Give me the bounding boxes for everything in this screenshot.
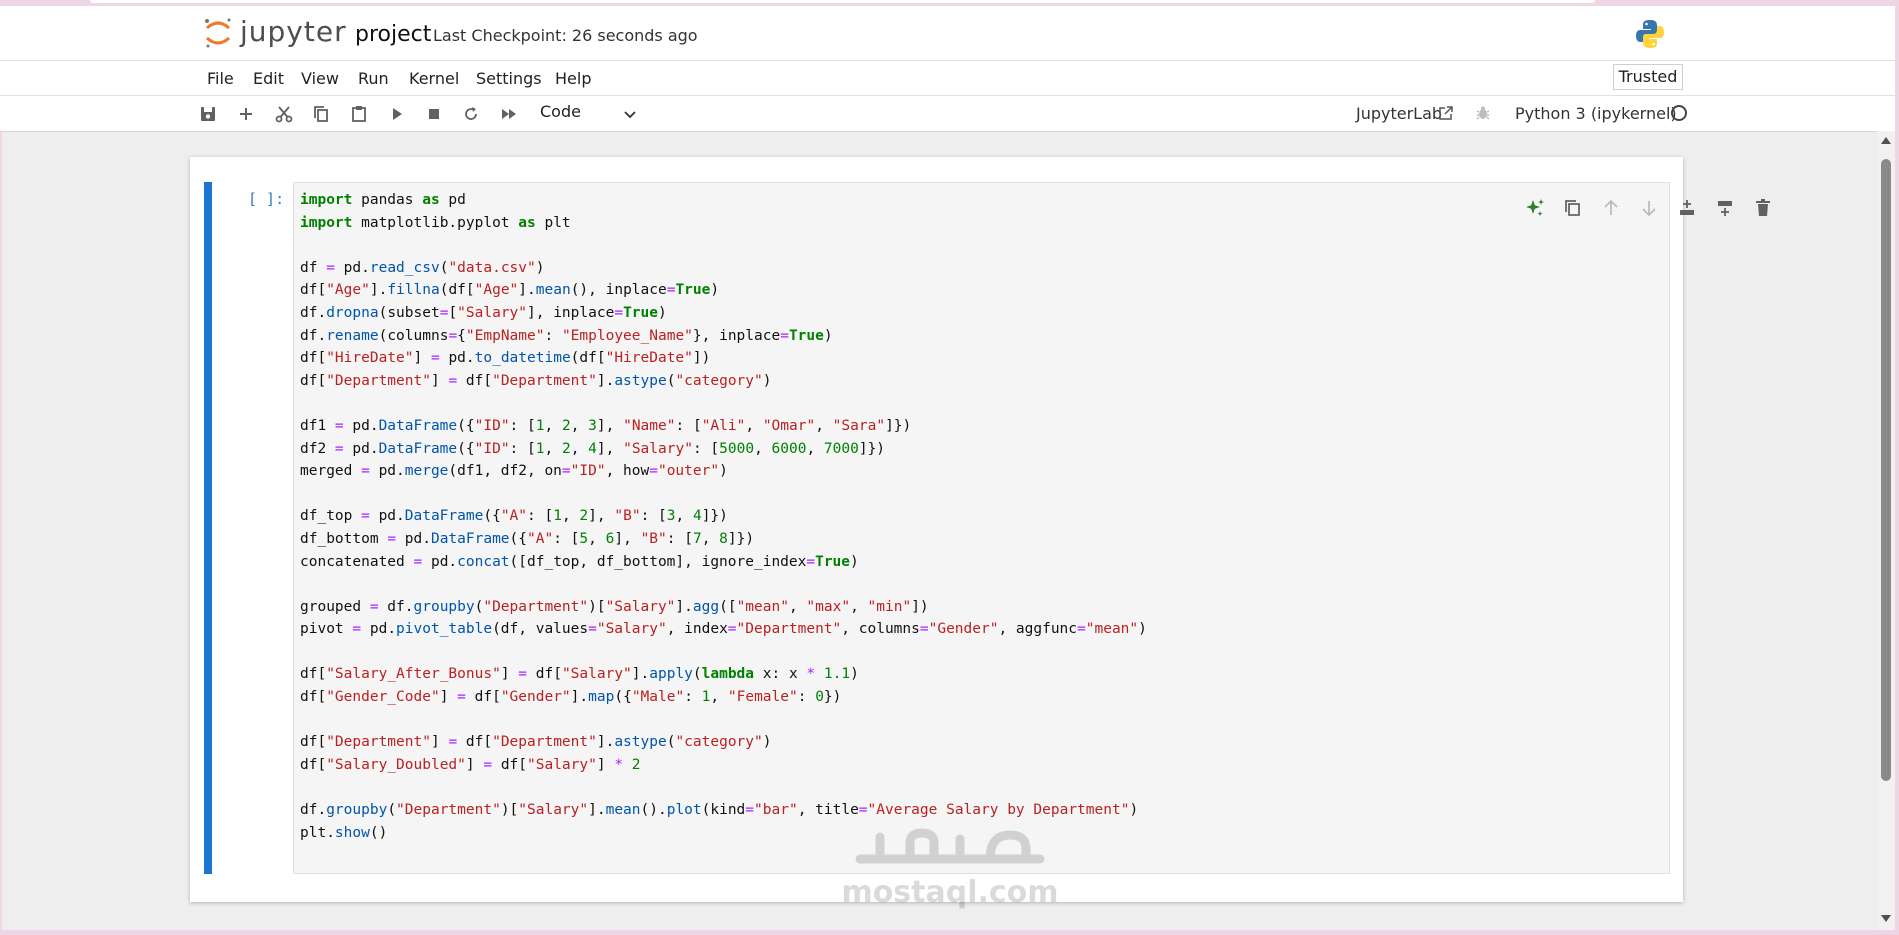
menu-file[interactable]: File — [207, 69, 234, 88]
menu-help[interactable]: Help — [555, 69, 591, 88]
browser-frame-right — [1895, 0, 1899, 935]
watermark-text: mostaql.com — [841, 875, 1059, 910]
code-line[interactable]: df["Salary_After_Bonus"] = df["Salary"].… — [300, 663, 1147, 686]
code-line[interactable]: ​ — [300, 573, 1147, 596]
browser-frame-left — [0, 0, 2, 935]
code-line[interactable]: df_bottom = pd.DataFrame({"A": [5, 6], "… — [300, 528, 1147, 551]
jupyter-logo-text: jupyter — [240, 15, 347, 48]
notebook-toolbar: Code JupyterLab Python 3 (ipykernel) — [0, 96, 1895, 132]
copy-icon[interactable] — [311, 104, 331, 124]
cut-icon[interactable] — [274, 104, 294, 124]
python-logo-icon — [1634, 18, 1666, 50]
watermark: mostaql.com — [830, 815, 1070, 915]
paste-icon[interactable] — [349, 104, 369, 124]
menu-kernel[interactable]: Kernel — [409, 69, 459, 88]
vertical-scrollbar[interactable] — [1877, 131, 1895, 930]
code-line[interactable]: df["Department"] = df["Department"].asty… — [300, 731, 1147, 754]
code-line[interactable]: grouped = df.groupby("Department")["Sala… — [300, 596, 1147, 619]
trusted-badge[interactable]: Trusted — [1613, 64, 1683, 90]
jupyter-logo-icon[interactable] — [203, 16, 233, 50]
code-line[interactable]: df["Gender_Code"] = df["Gender"].map({"M… — [300, 686, 1147, 709]
active-cell-indicator[interactable] — [204, 182, 212, 874]
code-line[interactable]: ​ — [300, 392, 1147, 415]
menu-view[interactable]: View — [301, 69, 339, 88]
notebook-panel: [ ]: import pandas as pd import matplotli… — [190, 157, 1770, 902]
code-line[interactable]: df["Age"].fillna(df["Age"].mean(), inpla… — [300, 279, 1147, 302]
cell-type-select[interactable]: Code — [540, 102, 581, 121]
code-line[interactable]: concatenated = pd.concat([df_top, df_bot… — [300, 551, 1147, 574]
external-link-icon[interactable] — [1437, 104, 1455, 122]
code-line[interactable]: df = pd.read_csv("data.csv") — [300, 257, 1147, 280]
insert-above-icon[interactable] — [1676, 197, 1698, 219]
kernel-status-icon — [1671, 105, 1687, 121]
cell-prompt: [ ]: — [248, 190, 285, 208]
header: jupyter project Last Checkpoint: 26 seco… — [0, 6, 1895, 61]
code-cell-editor[interactable]: import pandas as pd import matplotlib.pyp… — [293, 182, 1770, 874]
code-line[interactable]: import pandas as pd — [300, 189, 1147, 212]
code-line[interactable]: df.rename(columns={"EmpName": "Employee_… — [300, 325, 1147, 348]
code-line[interactable]: ​ — [300, 641, 1147, 664]
code-content[interactable]: import pandas as pd import matplotlib.pyp… — [300, 189, 1147, 844]
browser-frame-bottom — [0, 930, 1899, 935]
ai-sparkle-icon[interactable] — [1524, 197, 1546, 219]
code-line[interactable]: df["HireDate"] = pd.to_datetime(df["Hire… — [300, 347, 1147, 370]
code-line[interactable]: df2 = pd.DataFrame({"ID": [1, 2, 4], "Sa… — [300, 438, 1147, 461]
scroll-up-arrow-icon[interactable] — [1881, 137, 1891, 144]
menu-run[interactable]: Run — [358, 69, 389, 88]
menu-settings[interactable]: Settings — [476, 69, 542, 88]
menu-edit[interactable]: Edit — [253, 69, 284, 88]
insert-below-icon[interactable] — [1714, 197, 1736, 219]
code-line[interactable]: pivot = pd.pivot_table(df, values="Salar… — [300, 618, 1147, 641]
code-line[interactable]: import matplotlib.pyplot as plt — [300, 212, 1147, 235]
code-line[interactable]: df.dropna(subset=["Salary"], inplace=Tru… — [300, 302, 1147, 325]
move-up-icon[interactable] — [1600, 197, 1622, 219]
kernel-name[interactable]: Python 3 (ipykernel) — [1515, 104, 1677, 123]
menu-bar: File Edit View Run Kernel Settings Help … — [0, 61, 1895, 96]
code-line[interactable]: df1 = pd.DataFrame({"ID": [1, 2, 3], "Na… — [300, 415, 1147, 438]
scrollbar-thumb[interactable] — [1881, 159, 1891, 781]
run-icon[interactable] — [387, 104, 407, 124]
code-line[interactable]: ​ — [300, 709, 1147, 732]
debugger-bug-icon[interactable] — [1474, 104, 1492, 122]
jupyterlab-link[interactable]: JupyterLab — [1356, 104, 1442, 123]
delete-icon[interactable] — [1752, 197, 1774, 219]
scroll-down-arrow-icon[interactable] — [1881, 915, 1891, 922]
save-icon[interactable] — [198, 104, 218, 124]
code-line[interactable]: ​ — [300, 776, 1147, 799]
last-checkpoint: Last Checkpoint: 26 seconds ago — [433, 26, 698, 45]
stop-icon[interactable] — [424, 104, 444, 124]
add-cell-icon[interactable] — [236, 104, 256, 124]
code-line[interactable]: ​ — [300, 234, 1147, 257]
fast-forward-icon[interactable] — [499, 104, 519, 124]
code-line[interactable]: df["Department"] = df["Department"].asty… — [300, 370, 1147, 393]
code-line[interactable]: df_top = pd.DataFrame({"A": [1, 2], "B":… — [300, 505, 1147, 528]
watermark-logo-icon — [850, 819, 1050, 875]
code-line[interactable]: ​ — [300, 483, 1147, 506]
restart-icon[interactable] — [461, 104, 481, 124]
code-line[interactable]: merged = pd.merge(df1, df2, on="ID", how… — [300, 460, 1147, 483]
code-line[interactable]: df["Salary_Doubled"] = df["Salary"] * 2 — [300, 754, 1147, 777]
notebook-title[interactable]: project — [355, 22, 431, 47]
chevron-down-icon[interactable] — [622, 106, 638, 122]
move-down-icon[interactable] — [1638, 197, 1660, 219]
duplicate-icon[interactable] — [1562, 197, 1584, 219]
